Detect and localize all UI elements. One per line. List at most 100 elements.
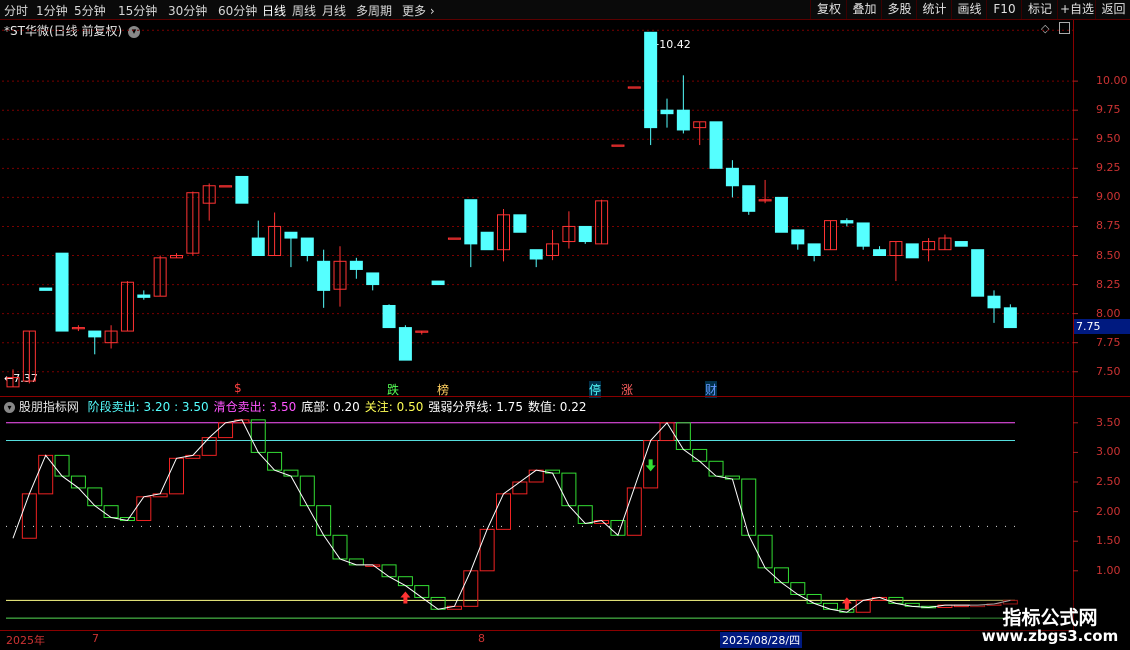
- candle-body-down: [791, 229, 805, 245]
- indicator-axis-label: 3.50: [1096, 415, 1121, 429]
- period-tab-7[interactable]: 周线: [292, 2, 316, 19]
- candle-body-up: [186, 192, 200, 254]
- indicator-menu-icon[interactable]: ▾: [4, 402, 15, 413]
- candle-body-down: [284, 231, 298, 239]
- indicator-box-down: [119, 517, 135, 521]
- toolbar-button-2[interactable]: 多股: [881, 0, 917, 19]
- candle-body-down: [317, 260, 331, 291]
- indicator-box-down: [724, 475, 740, 480]
- indicator-values: 阶段卖出: 3.20 : 3.50 清仓卖出: 3.50 底部: 0.20 关注: 0…: [83, 400, 587, 414]
- toolbar-button-4[interactable]: 画线: [951, 0, 987, 19]
- candle-body-down: [954, 241, 968, 247]
- indicator-axis-label: 1.00: [1096, 563, 1121, 577]
- event-marker-0[interactable]: $: [234, 381, 242, 395]
- indicator-axis-label: 1.50: [1096, 534, 1121, 548]
- indicator-box-down: [806, 593, 822, 604]
- indicator-box-down: [708, 460, 724, 477]
- indicator-item-2: 底部: 0.20: [301, 400, 360, 414]
- period-tab-3[interactable]: 15分钟: [118, 2, 157, 19]
- buy-arrow-icon-2: [841, 597, 852, 610]
- indicator-box-down: [283, 469, 299, 477]
- indicator-item-4: 强弱分界线: 1.75: [428, 400, 523, 414]
- candle-body-down: [300, 237, 314, 256]
- indicator-box-down: [610, 519, 626, 536]
- candle-body-up: [611, 144, 625, 147]
- period-tab-9[interactable]: 多周期: [356, 2, 392, 19]
- candle-body-down: [480, 231, 494, 251]
- candle-body-down: [774, 196, 788, 233]
- high-price-value: 10.42: [659, 38, 691, 51]
- indicator-box-up: [169, 457, 184, 495]
- price-axis-label: 10.00: [1096, 74, 1128, 88]
- period-tab-8[interactable]: 月线: [322, 2, 346, 19]
- candle-body-up: [415, 330, 429, 333]
- event-marker-3[interactable]: 停: [589, 381, 602, 398]
- toolbar-button-1[interactable]: 叠加: [846, 0, 882, 19]
- price-axis-label: 9.50: [1096, 132, 1121, 146]
- indicator-box-down: [904, 602, 920, 607]
- toolbar-button-3[interactable]: 统计: [916, 0, 952, 19]
- indicator-item-3: 关注: 0.50: [364, 400, 424, 414]
- date-label-aug: 8: [478, 632, 485, 645]
- date-label-july: 7: [92, 632, 99, 645]
- event-marker-5[interactable]: 财: [705, 381, 718, 398]
- indicator-box-up: [201, 437, 217, 456]
- dropdown-icon[interactable]: ▾: [127, 25, 140, 38]
- period-tab-6[interactable]: 日线: [262, 2, 286, 19]
- stock-title-row: *ST华微(日线 前复权) ▾: [4, 22, 140, 39]
- indicator-axis-label: 2.50: [1096, 475, 1121, 488]
- indicator-box-down: [888, 596, 904, 604]
- indicator-box-down: [675, 422, 691, 450]
- indicator-box-down: [545, 469, 561, 474]
- panel-toggle-icon[interactable]: [1059, 22, 1070, 34]
- candle-body-down: [235, 175, 249, 204]
- event-marker-4[interactable]: 涨: [621, 381, 633, 398]
- candle-body-down: [366, 272, 380, 286]
- indicator-box-up: [872, 596, 888, 601]
- indicator-box-down: [921, 605, 937, 609]
- indicator-box-up: [937, 604, 953, 609]
- toolbar-button-7[interactable]: +自选: [1057, 0, 1096, 19]
- candle-body-up: [889, 241, 903, 257]
- period-tab-4[interactable]: 30分钟: [168, 2, 207, 19]
- candle-body-down: [251, 237, 265, 256]
- indicator-axis-label: 2.00: [1096, 504, 1121, 518]
- indicator-item-0: 阶段卖出: 3.20 : 3.50: [87, 400, 209, 414]
- candle-body-down: [398, 327, 412, 361]
- event-marker-1[interactable]: 跌: [387, 381, 399, 398]
- indicator-box-down: [741, 478, 757, 536]
- toolbar-button-6[interactable]: 标记: [1021, 0, 1058, 19]
- date-label-year: 2025年: [6, 634, 45, 647]
- candle-body-up: [153, 257, 167, 297]
- indicator-box-down: [430, 596, 446, 610]
- indicator-box-down: [790, 582, 806, 595]
- indicator-box-up: [496, 493, 511, 530]
- candle-body-down: [725, 167, 739, 187]
- period-tab-10[interactable]: 更多 ›: [402, 2, 435, 19]
- period-tab-1[interactable]: 1分钟: [36, 2, 68, 19]
- toolbar-button-8[interactable]: 返回: [1095, 0, 1130, 19]
- indicator-box-up: [626, 487, 642, 536]
- indicator-box-up: [512, 481, 528, 495]
- candle-body-down: [709, 121, 723, 169]
- toolbar-button-5[interactable]: F10: [986, 0, 1022, 19]
- indicator-box-up: [528, 469, 544, 483]
- indicator-box-up: [21, 493, 37, 539]
- candle-body-up: [595, 200, 609, 245]
- watermark-title: 指标公式网: [1002, 607, 1098, 629]
- indicator-header: ▾ 股朋指标网 阶段卖出: 3.20 : 3.50 清仓卖出: 3.50 底部: 0…: [4, 398, 587, 415]
- period-tab-5[interactable]: 60分钟: [218, 2, 257, 19]
- event-marker-2[interactable]: 榜: [437, 381, 449, 398]
- candle-body-up: [447, 237, 461, 240]
- indicator-box-down: [299, 475, 315, 507]
- indicator-box-down: [332, 534, 348, 560]
- indicator-item-1: 清仓卖出: 3.50: [213, 400, 297, 414]
- period-tab-0[interactable]: 分时: [4, 2, 28, 19]
- toolbar-button-0[interactable]: 复权: [810, 0, 847, 19]
- indicator-line: [12, 419, 1011, 613]
- period-tab-2[interactable]: 5分钟: [74, 2, 106, 19]
- candle-body-up: [938, 237, 952, 251]
- candle-body-up: [824, 220, 837, 251]
- candle-body-down: [1003, 307, 1017, 329]
- diamond-icon[interactable]: ◇: [1041, 22, 1049, 35]
